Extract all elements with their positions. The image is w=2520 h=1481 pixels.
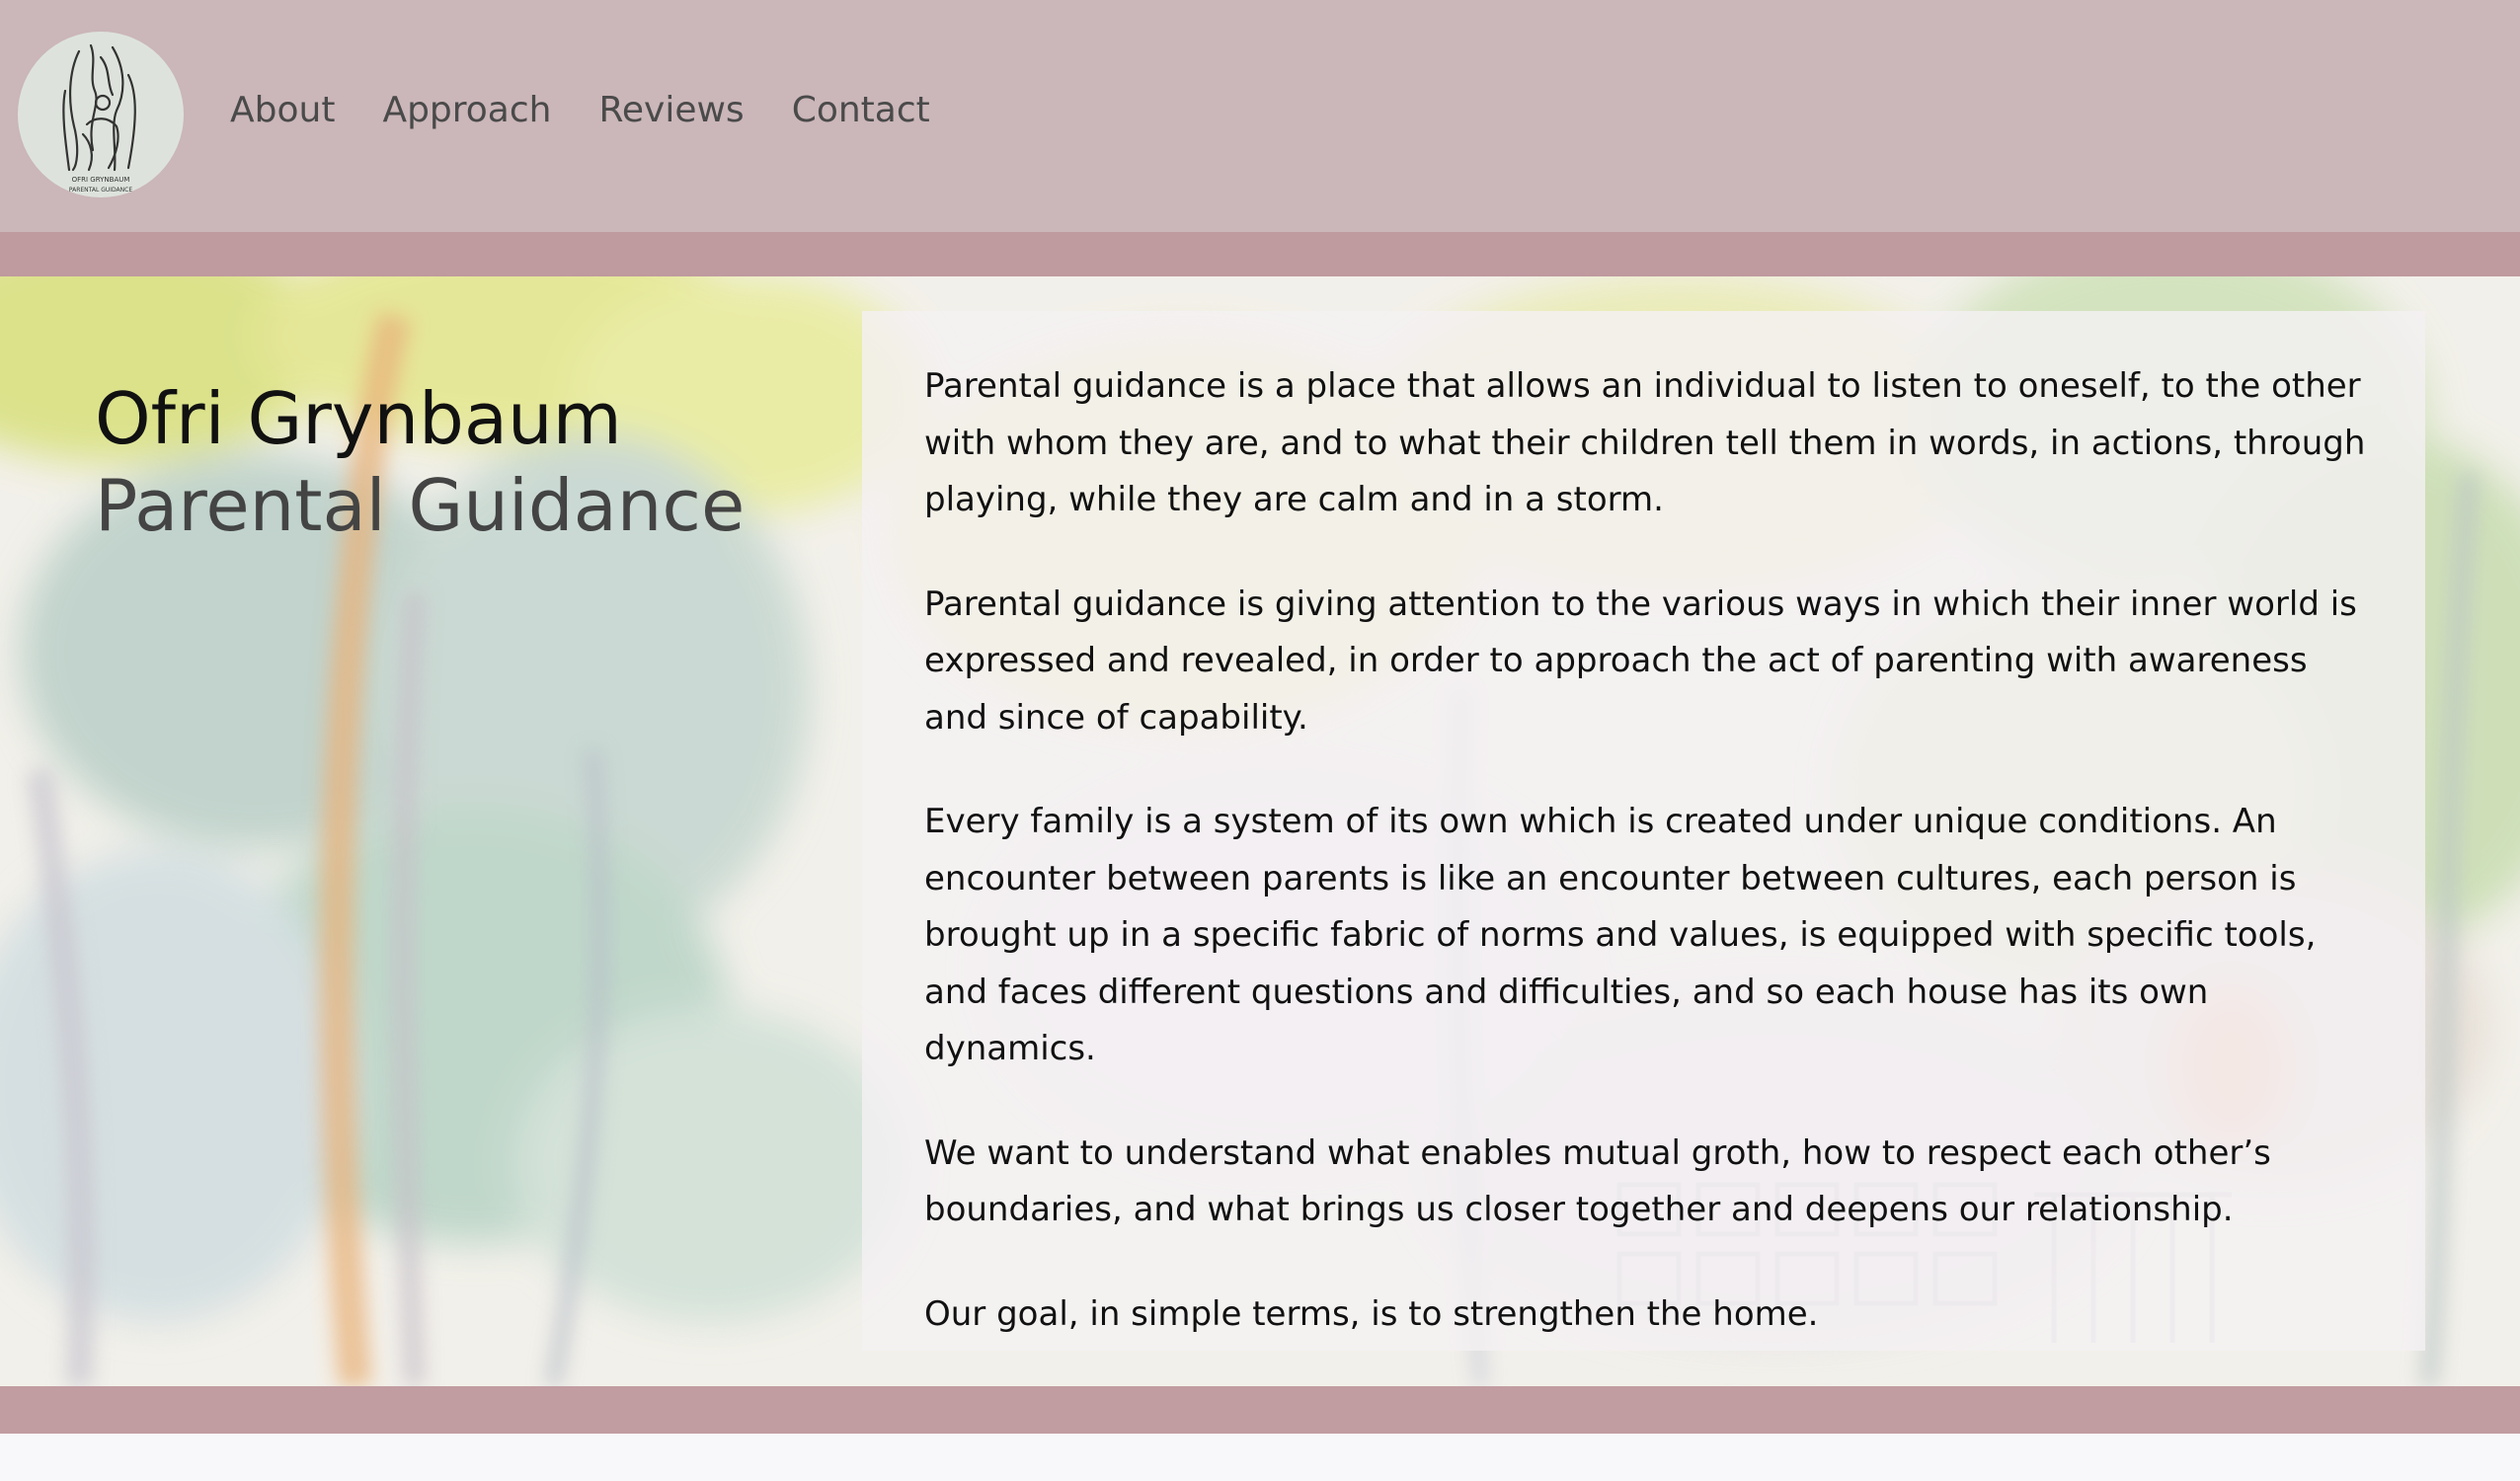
nav-reviews[interactable]: Reviews — [598, 87, 744, 134]
main-nav: About Approach Reviews Contact — [230, 87, 930, 134]
intro-paragraph: Our goal, in simple terms, is to strengt… — [924, 1293, 1819, 1334]
hero-title: Ofri Grynbaum Parental Guidance — [95, 375, 745, 549]
logo[interactable]: OFRI GRYNBAUM PARENTAL GUIDANCE — [18, 32, 184, 197]
intro-paragraph: Parental guidance is giving attention to… — [924, 584, 2357, 738]
logo-text-line2: PARENTAL GUIDANCE — [69, 187, 132, 194]
family-line-drawing-icon: OFRI GRYNBAUM PARENTAL GUIDANCE — [62, 43, 136, 194]
intro-text-panel: Parental guidance is a place that allows… — [862, 311, 2425, 1351]
intro-paragraph: We want to understand what enables mutua… — [924, 1132, 2271, 1230]
footer-divider-band — [0, 1386, 2520, 1434]
site-header: OFRI GRYNBAUM PARENTAL GUIDANCE About Ap… — [0, 0, 2520, 232]
logo-text-line1: OFRI GRYNBAUM — [72, 176, 130, 184]
title-subtitle: Parental Guidance — [95, 464, 746, 547]
nav-contact[interactable]: Contact — [792, 87, 930, 134]
title-name: Ofri Grynbaum — [95, 377, 622, 460]
nav-about[interactable]: About — [230, 87, 335, 134]
intro-paragraph: Every family is a system of its own whic… — [924, 802, 2317, 1068]
intro-paragraph: Parental guidance is a place that allows… — [924, 366, 2366, 519]
header-divider-band — [0, 232, 2520, 276]
nav-approach[interactable]: Approach — [382, 87, 551, 134]
hero-section: Ofri Grynbaum Parental Guidance Parental… — [0, 276, 2520, 1386]
